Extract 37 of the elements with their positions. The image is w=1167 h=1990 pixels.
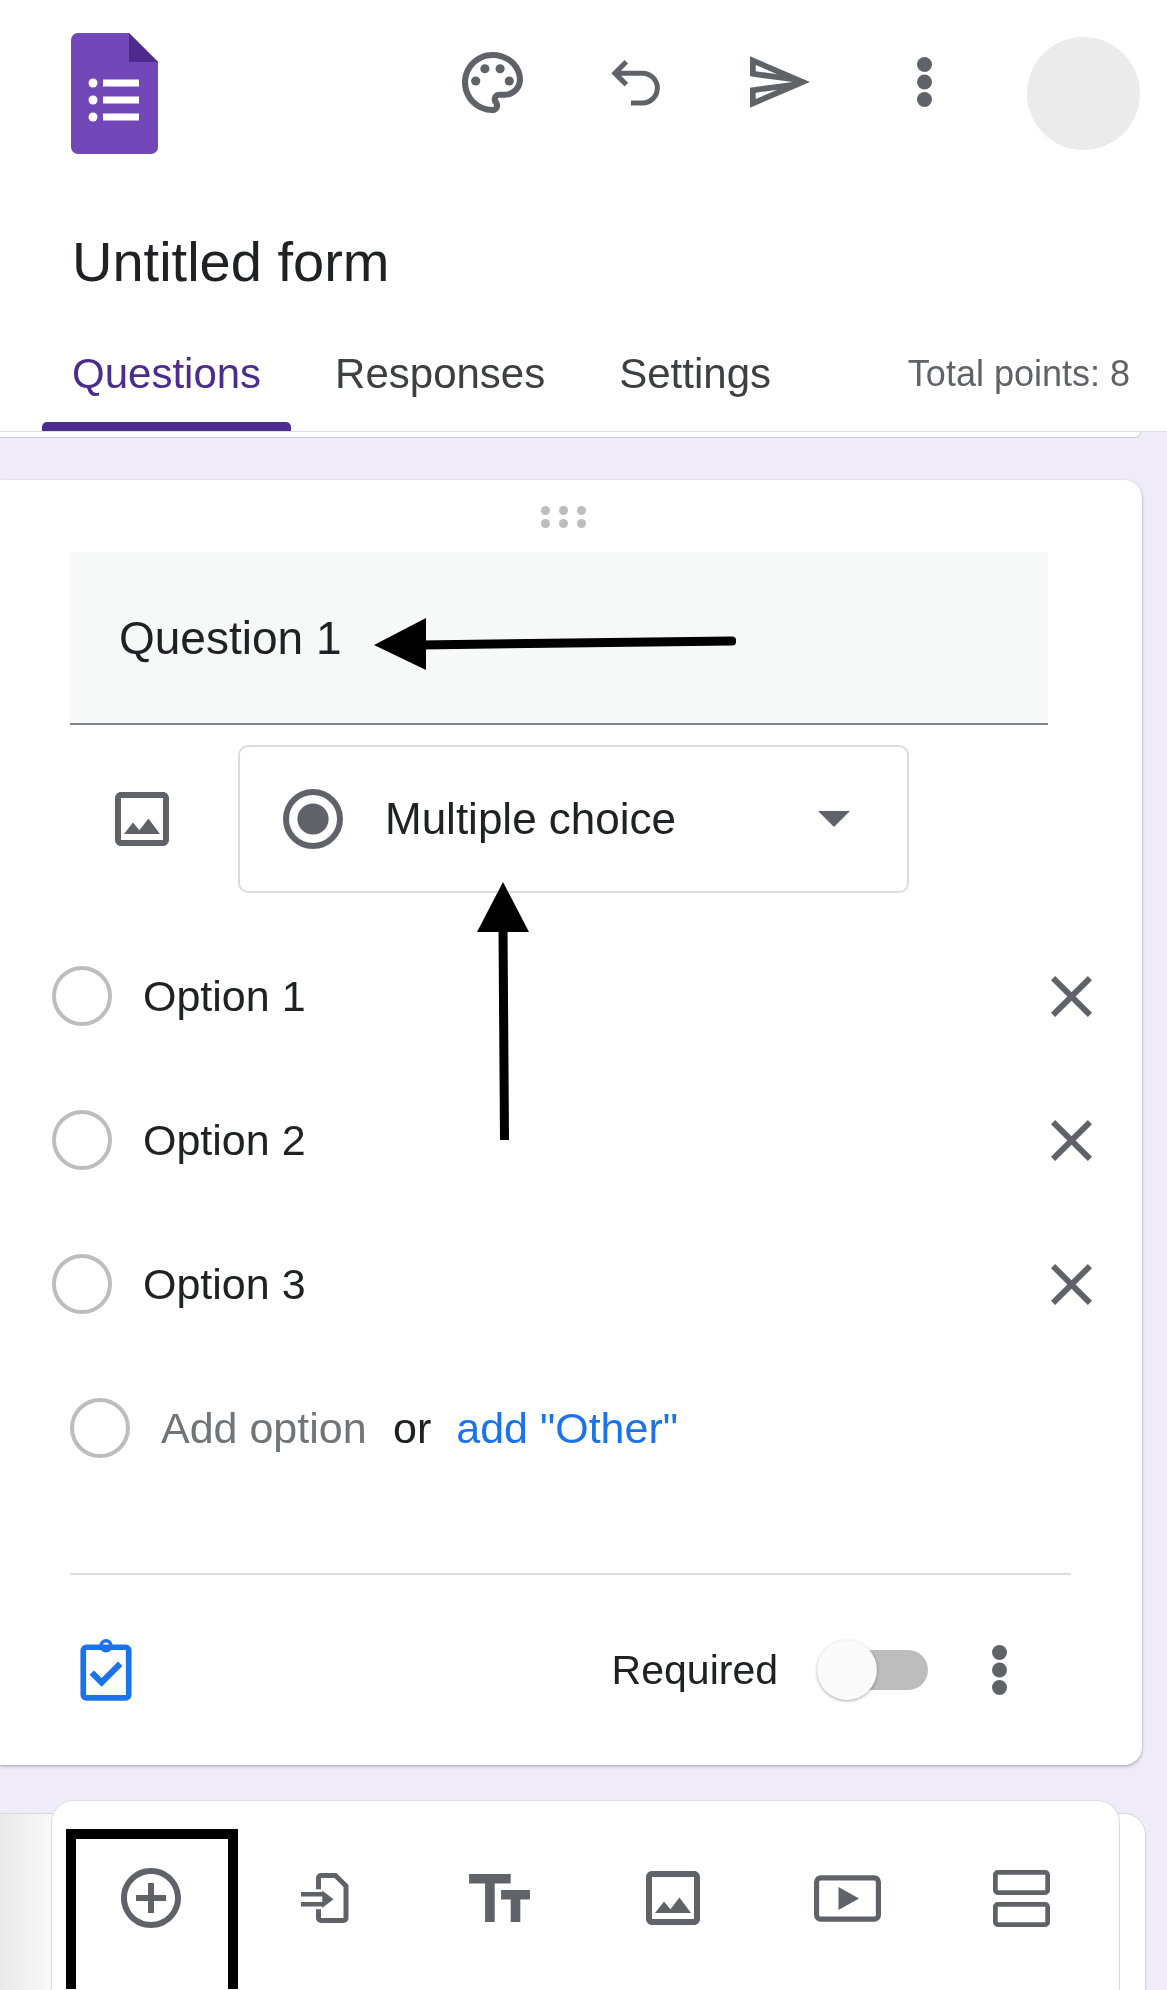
radio-icon [52,1110,112,1170]
logo-icon [71,32,158,154]
close-icon[interactable] [1051,975,1092,1017]
send-icon[interactable] [750,56,810,108]
radio-icon [52,1254,112,1314]
tab[interactable]: Responses [305,295,576,432]
form-title: Untitled form [71,229,391,295]
radio-icon [52,966,112,1026]
video-icon[interactable] [813,1874,881,1922]
more-icon[interactable] [916,57,932,107]
add-option-field[interactable]: Add option [161,1403,375,1453]
total-points: Total points: 8 [907,353,1130,396]
caret-icon [818,811,850,827]
option-label[interactable]: Option 3 [143,1259,306,1309]
or-text: or [393,1403,432,1453]
option-label[interactable]: Option 2 [143,1115,306,1165]
close-icon[interactable] [1051,1119,1092,1161]
two-rows-icon[interactable] [992,1869,1050,1927]
tab[interactable]: Settings [589,295,801,432]
palette-icon[interactable] [461,51,523,113]
image-icon[interactable] [115,792,169,846]
radio-icon [70,1398,130,1458]
required-toggle[interactable] [817,1640,928,1700]
question-type-dropdown[interactable]: Multiple choice [238,745,909,893]
image-icon[interactable] [646,1871,700,1925]
text-icon[interactable] [468,1874,530,1922]
question-title-field[interactable]: Question 1 [70,552,1048,725]
more-icon[interactable] [992,1645,1007,1695]
clipboard-check-icon[interactable] [80,1639,132,1701]
drag-handle-icon[interactable] [540,506,586,528]
radio-button-icon [283,789,343,849]
option-label[interactable]: Option 1 [143,971,306,1021]
required-label: Required [611,1646,778,1694]
close-icon[interactable] [1051,1263,1092,1305]
add-other-link[interactable]: add "Other" [456,1403,678,1453]
tab[interactable]: Questions [42,295,292,432]
undo-icon[interactable] [611,58,661,106]
